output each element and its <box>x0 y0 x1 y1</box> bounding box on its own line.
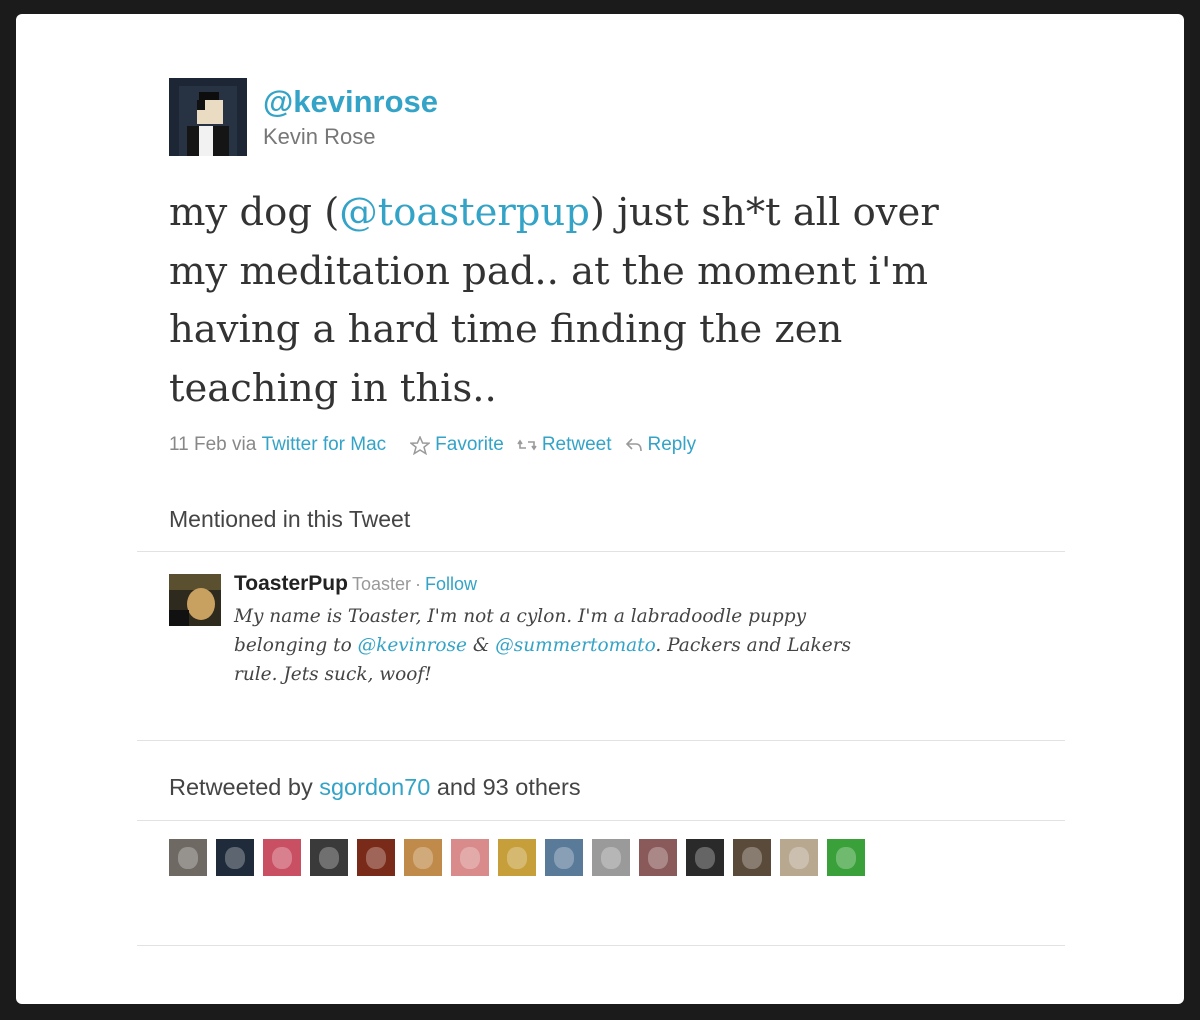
retweet-label: Retweet <box>541 434 612 455</box>
bio-link-kevinrose[interactable]: @kevinrose <box>358 635 467 656</box>
retweeter-avatar[interactable] <box>545 839 583 876</box>
tweet-date: 11 Feb via <box>169 434 257 455</box>
divider <box>137 820 1065 821</box>
bio-text: & <box>467 635 496 656</box>
retweeted-prefix: Retweeted by <box>169 774 313 800</box>
retweeter-link[interactable]: sgordon70 <box>319 774 430 800</box>
bio-link-summertomato[interactable]: @summertomato <box>495 635 655 656</box>
retweeter-avatar[interactable] <box>592 839 630 876</box>
retweeter-avatars <box>169 839 865 876</box>
mentioned-title: Mentioned in this Tweet <box>169 506 411 532</box>
divider <box>137 551 1065 552</box>
retweeter-avatar[interactable] <box>639 839 677 876</box>
reply-button[interactable]: Reply <box>625 434 697 456</box>
retweeted-suffix: and 93 others <box>436 774 581 800</box>
retweet-button[interactable]: Retweet <box>517 434 612 456</box>
mentioned-user-name[interactable]: ToasterPup <box>234 572 348 595</box>
follow-button[interactable]: Follow <box>425 574 477 594</box>
favorite-label: Favorite <box>435 434 504 455</box>
mentioned-user-avatar[interactable] <box>169 574 221 626</box>
retweeter-avatar[interactable] <box>263 839 301 876</box>
retweet-icon <box>517 438 537 452</box>
tweet-text: my dog (@toasterpup) just sh*t all over … <box>169 184 1009 418</box>
mentioned-user-header: ToasterPup Toaster · Follow <box>234 572 477 596</box>
tweet-source-link[interactable]: Twitter for Mac <box>262 434 387 456</box>
divider <box>137 740 1065 741</box>
star-icon <box>410 435 431 455</box>
separator-dot: · <box>415 574 421 594</box>
author-handle[interactable]: @kevinrose <box>263 84 438 120</box>
user-avatar[interactable] <box>169 78 247 156</box>
favorite-button[interactable]: Favorite <box>410 434 504 456</box>
mentioned-user-screenname: Toaster <box>351 574 411 594</box>
retweeter-avatar[interactable] <box>404 839 442 876</box>
retweeter-avatar[interactable] <box>827 839 865 876</box>
reply-label: Reply <box>647 434 697 455</box>
tweet-mention-link[interactable]: @toasterpup <box>339 190 590 235</box>
retweeter-avatar[interactable] <box>733 839 771 876</box>
retweeter-avatar[interactable] <box>310 839 348 876</box>
retweeter-avatar[interactable] <box>169 839 207 876</box>
tweet-card: @kevinrose Kevin Rose my dog (@toasterpu… <box>16 14 1184 1004</box>
retweeter-avatar[interactable] <box>780 839 818 876</box>
author-name: Kevin Rose <box>263 124 376 149</box>
retweeter-avatar[interactable] <box>498 839 536 876</box>
tweet-meta: 11 Feb via Twitter for Mac Favorite Retw… <box>169 432 709 458</box>
retweeter-avatar[interactable] <box>357 839 395 876</box>
retweeter-avatar[interactable] <box>216 839 254 876</box>
retweeter-avatar[interactable] <box>686 839 724 876</box>
reply-icon <box>625 437 643 453</box>
mentioned-user-bio: My name is Toaster, I'm not a cylon. I'm… <box>234 602 894 689</box>
retweeter-avatar[interactable] <box>451 839 489 876</box>
retweeted-by: Retweeted by sgordon70 and 93 others <box>169 774 581 801</box>
tweet-text-part: my dog ( <box>169 190 340 235</box>
divider <box>137 945 1065 946</box>
